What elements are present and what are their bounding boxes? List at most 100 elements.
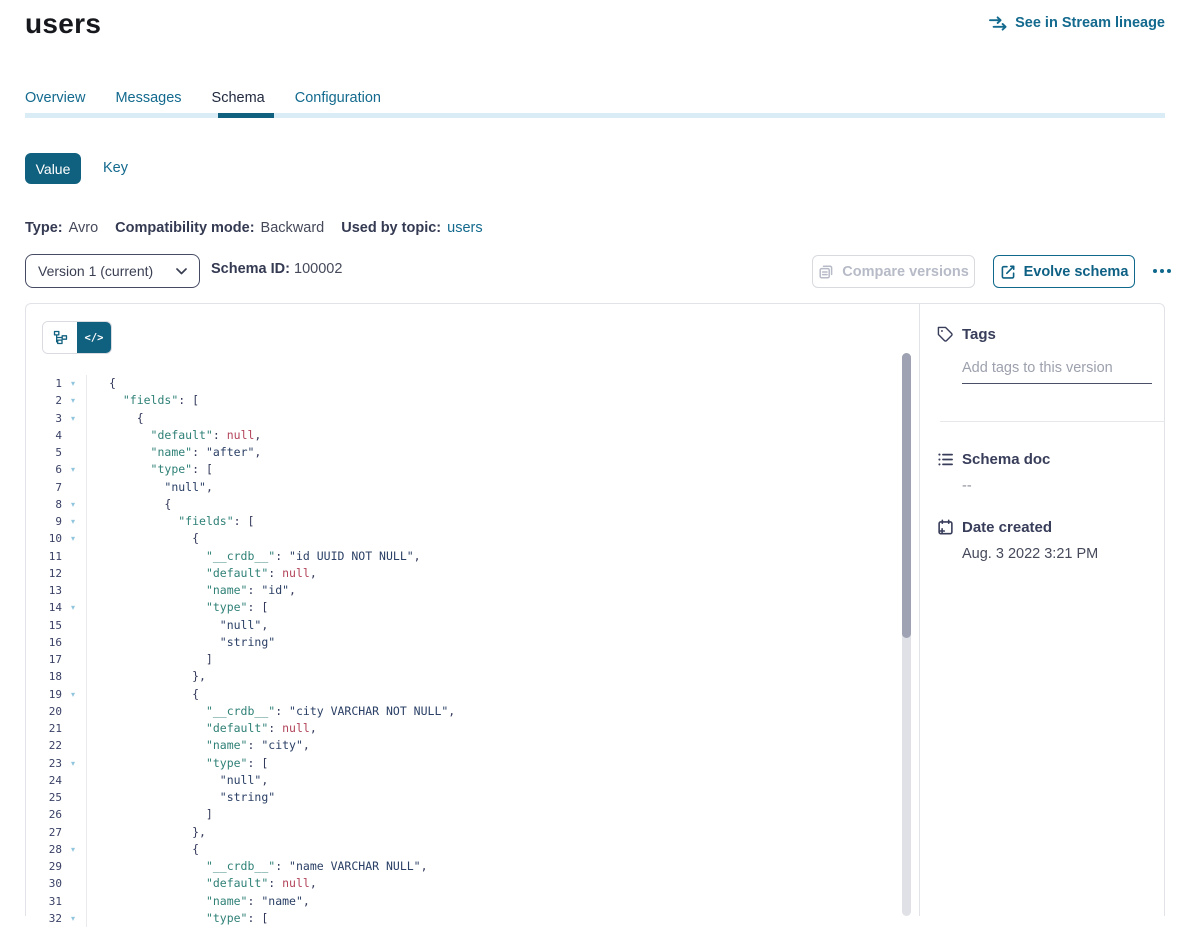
compare-versions-button[interactable]: Compare versions: [812, 255, 975, 288]
schema-id: Schema ID: 100002: [211, 261, 342, 277]
gutter-line: 10▾: [26, 530, 86, 547]
code-line[interactable]: {: [88, 841, 1144, 858]
fold-icon[interactable]: ▾: [62, 534, 84, 543]
code-line[interactable]: "string": [88, 789, 1144, 806]
topic-link[interactable]: users: [447, 220, 482, 236]
code-line[interactable]: "default": null,: [88, 565, 1144, 582]
line-number: 18: [26, 670, 62, 683]
code-line[interactable]: "default": null,: [88, 427, 1144, 444]
tree-view-button[interactable]: [43, 322, 77, 353]
code-line[interactable]: "__crdb__": "name VARCHAR NULL",: [88, 858, 1144, 875]
stream-lineage-link[interactable]: See in Stream lineage: [989, 15, 1165, 31]
fold-icon[interactable]: ▾: [62, 379, 84, 388]
line-number: 1: [26, 377, 62, 390]
line-number: 26: [26, 808, 62, 821]
tree-view-icon: [53, 330, 68, 345]
code-line[interactable]: "null",: [88, 772, 1144, 789]
fold-icon[interactable]: ▾: [62, 603, 84, 612]
value-toggle-button[interactable]: Value: [25, 153, 81, 184]
date-created-title: Date created: [962, 519, 1052, 536]
tab-messages[interactable]: Messages: [115, 90, 181, 114]
gutter-line: 1▾: [26, 375, 86, 392]
code-line[interactable]: "name": "name",: [88, 893, 1144, 910]
gutter-line: 17: [26, 651, 86, 668]
fold-icon[interactable]: ▾: [62, 396, 84, 405]
code-line[interactable]: "default": null,: [88, 720, 1144, 737]
tab-schema[interactable]: Schema: [212, 90, 265, 114]
editor-scrollbar-thumb[interactable]: [902, 353, 911, 638]
compat-label: Compatibility mode:: [115, 220, 254, 236]
line-number: 20: [26, 705, 62, 718]
gutter-line: 30: [26, 875, 86, 892]
version-select[interactable]: Version 1 (current): [25, 254, 200, 288]
code-line[interactable]: "__crdb__": "city VARCHAR NOT NULL",: [88, 703, 1144, 720]
line-number: 17: [26, 653, 62, 666]
code-line[interactable]: {: [88, 410, 1144, 427]
gutter-line: 24: [26, 772, 86, 789]
schema-id-value: 100002: [294, 261, 342, 277]
more-actions-button[interactable]: [1146, 254, 1178, 287]
code-view-button[interactable]: </>: [77, 322, 111, 353]
code-line[interactable]: "name": "id",: [88, 582, 1144, 599]
version-select-value: Version 1 (current): [38, 263, 168, 279]
schema-panel: </> 1▾2▾3▾456▾78▾9▾10▾11121314▾151617181…: [25, 303, 1165, 916]
line-number: 22: [26, 739, 62, 752]
fold-icon[interactable]: ▾: [62, 465, 84, 474]
code-line[interactable]: "string": [88, 634, 1144, 651]
list-icon: [937, 451, 954, 468]
more-icon: [1153, 269, 1157, 273]
fold-icon[interactable]: ▾: [62, 690, 84, 699]
fold-icon[interactable]: ▾: [62, 759, 84, 768]
code-line[interactable]: "fields": [: [88, 392, 1144, 409]
fold-icon[interactable]: ▾: [62, 500, 84, 509]
code-line[interactable]: "type": [: [88, 910, 1144, 927]
gutter: 1▾2▾3▾456▾78▾9▾10▾11121314▾1516171819▾20…: [26, 375, 87, 927]
gutter-line: 8▾: [26, 496, 86, 513]
gutter-line: 15: [26, 617, 86, 634]
code-line[interactable]: "type": [: [88, 599, 1144, 616]
gutter-line: 32▾: [26, 910, 86, 927]
code-line[interactable]: "type": [: [88, 755, 1144, 772]
tab-overview[interactable]: Overview: [25, 90, 85, 114]
editor-scrollbar-track[interactable]: [902, 353, 911, 916]
line-number: 28: [26, 843, 62, 856]
line-number: 19: [26, 688, 62, 701]
code-line[interactable]: {: [88, 686, 1144, 703]
schema-meta-row: Type:Avro Compatibility mode:Backward Us…: [25, 220, 483, 236]
code-line[interactable]: },: [88, 668, 1144, 685]
page-title: users: [25, 8, 101, 40]
gutter-line: 25: [26, 789, 86, 806]
fold-icon[interactable]: ▾: [62, 845, 84, 854]
evolve-schema-button[interactable]: Evolve schema: [993, 255, 1135, 288]
line-number: 3: [26, 412, 62, 425]
line-number: 2: [26, 394, 62, 407]
gutter-line: 19▾: [26, 686, 86, 703]
code-line[interactable]: ]: [88, 806, 1144, 823]
gutter-line: 6▾: [26, 461, 86, 478]
tags-input[interactable]: [962, 357, 1152, 384]
tab-bar: Overview Messages Schema Configuration: [25, 90, 381, 114]
fold-icon[interactable]: ▾: [62, 517, 84, 526]
code-line[interactable]: "null",: [88, 617, 1144, 634]
gutter-line: 14▾: [26, 599, 86, 616]
code-line[interactable]: {: [88, 496, 1144, 513]
gutter-line: 9▾: [26, 513, 86, 530]
code-line[interactable]: "default": null,: [88, 875, 1144, 892]
key-toggle-link[interactable]: Key: [103, 160, 128, 176]
tab-configuration[interactable]: Configuration: [295, 90, 381, 114]
fold-icon[interactable]: ▾: [62, 914, 84, 923]
code-line[interactable]: },: [88, 824, 1144, 841]
fold-icon[interactable]: ▾: [62, 414, 84, 423]
code-line[interactable]: ]: [88, 651, 1144, 668]
gutter-line: 18: [26, 668, 86, 685]
code-line[interactable]: "name": "city",: [88, 737, 1144, 754]
tags-title: Tags: [962, 326, 996, 343]
gutter-line: 29: [26, 858, 86, 875]
gutter-line: 16: [26, 634, 86, 651]
code-line[interactable]: "null",: [88, 479, 1144, 496]
line-number: 27: [26, 826, 62, 839]
panel-divider: [919, 304, 920, 916]
line-number: 11: [26, 550, 62, 563]
date-created-value: Aug. 3 2022 3:21 PM: [962, 546, 1098, 562]
schema-doc-header: Schema doc: [937, 451, 1050, 468]
